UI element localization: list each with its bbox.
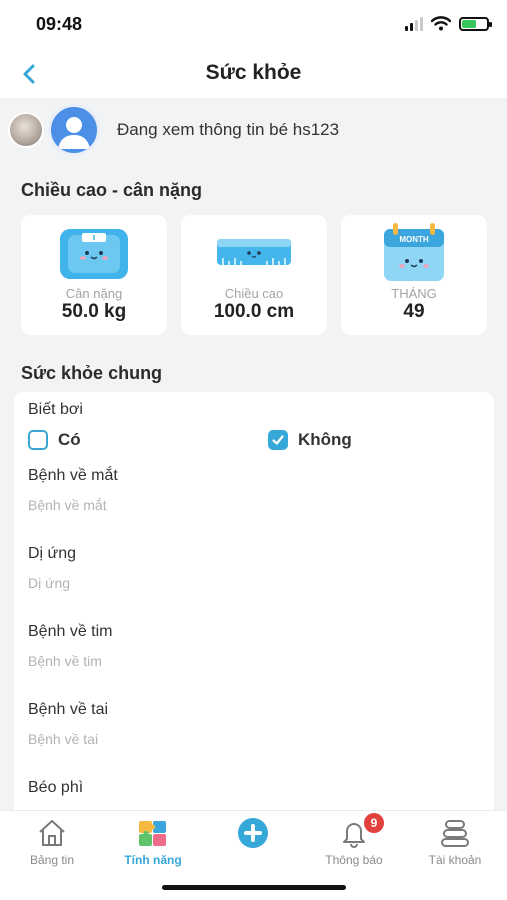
option-no-label: Không (298, 430, 352, 449)
tab-account[interactable]: Tài khoản (405, 815, 505, 875)
eye-disease-input[interactable] (28, 494, 468, 516)
months-label: THÁNG (391, 286, 437, 301)
obesity-label: Béo phì (28, 779, 84, 796)
tab-account-label: Tài khoản (428, 853, 482, 867)
calendar-month-text: MONTH (399, 235, 429, 244)
allergy-input[interactable] (28, 572, 468, 594)
account-icon (441, 820, 469, 847)
swimming-label: Biết bơi (28, 401, 83, 418)
allergy-label: Dị ứng (28, 545, 77, 562)
general-health-form: Biết bơi Có Không Bệnh về mắt Dị ứng Bện… (14, 392, 494, 812)
home-indicator[interactable] (162, 885, 346, 890)
swimming-option-no[interactable]: Không (268, 430, 352, 450)
eye-disease-label: Bệnh về mắt (28, 467, 118, 484)
height-weight-title: Chiều cao - cân nặng (21, 180, 203, 200)
student-selector[interactable]: Đang xem thông tin bé hs123 (0, 100, 507, 158)
tab-features-label: Tính năng (124, 853, 182, 867)
tab-notifications[interactable]: 9 Thông báo (304, 813, 404, 875)
add-icon (238, 818, 268, 848)
checkbox-unchecked[interactable] (28, 430, 48, 450)
tab-add[interactable] (203, 815, 303, 875)
battery-icon (459, 16, 492, 31)
wifi-icon (431, 16, 451, 31)
ear-disease-label: Bệnh về tai (28, 701, 109, 718)
general-health-title: Sức khỏe chung (21, 363, 163, 383)
header: Sức khỏe (0, 50, 507, 98)
tab-features[interactable]: Tính năng (103, 815, 203, 875)
option-yes-label: Có (58, 430, 81, 449)
stats-cards: Cân nặng 50.0 kg Chiều cao 100.0 cm MONT… (21, 215, 487, 335)
tab-notifications-label: Thông báo (325, 853, 383, 867)
notification-badge: 9 (364, 813, 384, 833)
height-label: Chiều cao (224, 286, 284, 301)
student-photo-avatar[interactable] (8, 112, 44, 148)
height-card[interactable]: Chiều cao 100.0 cm (181, 215, 327, 335)
ruler-icon (217, 239, 291, 265)
avatar[interactable] (48, 104, 100, 156)
swimming-option-yes[interactable]: Có (28, 430, 81, 450)
age-months-card[interactable]: MONTH THÁNG 49 (341, 215, 487, 335)
checkbox-checked[interactable] (268, 430, 288, 450)
weight-value: 50.0 kg (61, 301, 127, 322)
calendar-icon: MONTH (384, 223, 444, 281)
tab-news-feed[interactable]: Bảng tin (2, 815, 102, 875)
heart-disease-input[interactable] (28, 650, 468, 672)
height-value: 100.0 cm (213, 301, 295, 322)
bottom-tab-bar: Bảng tin Tính năng 9 Thông báo Tài khoản (0, 810, 507, 900)
page-title: Sức khỏe (205, 61, 302, 84)
viewing-student-text: Đang xem thông tin bé hs123 (117, 120, 340, 139)
signal-icon (405, 16, 423, 31)
scale-icon (60, 229, 128, 279)
user-icon (58, 117, 90, 149)
ear-disease-input[interactable] (28, 728, 468, 750)
puzzle-icon (139, 821, 166, 846)
months-value: 49 (403, 301, 425, 322)
tab-news-feed-label: Bảng tin (29, 853, 75, 867)
checkmark-icon (272, 435, 284, 445)
status-time: 09:48 (36, 14, 83, 34)
status-bar: 09:48 (0, 0, 507, 50)
house-icon (39, 820, 65, 846)
heart-disease-label: Bệnh về tim (28, 623, 113, 640)
weight-card[interactable]: Cân nặng 50.0 kg (21, 215, 167, 335)
status-icons (405, 16, 492, 31)
weight-label: Cân nặng (65, 286, 123, 301)
